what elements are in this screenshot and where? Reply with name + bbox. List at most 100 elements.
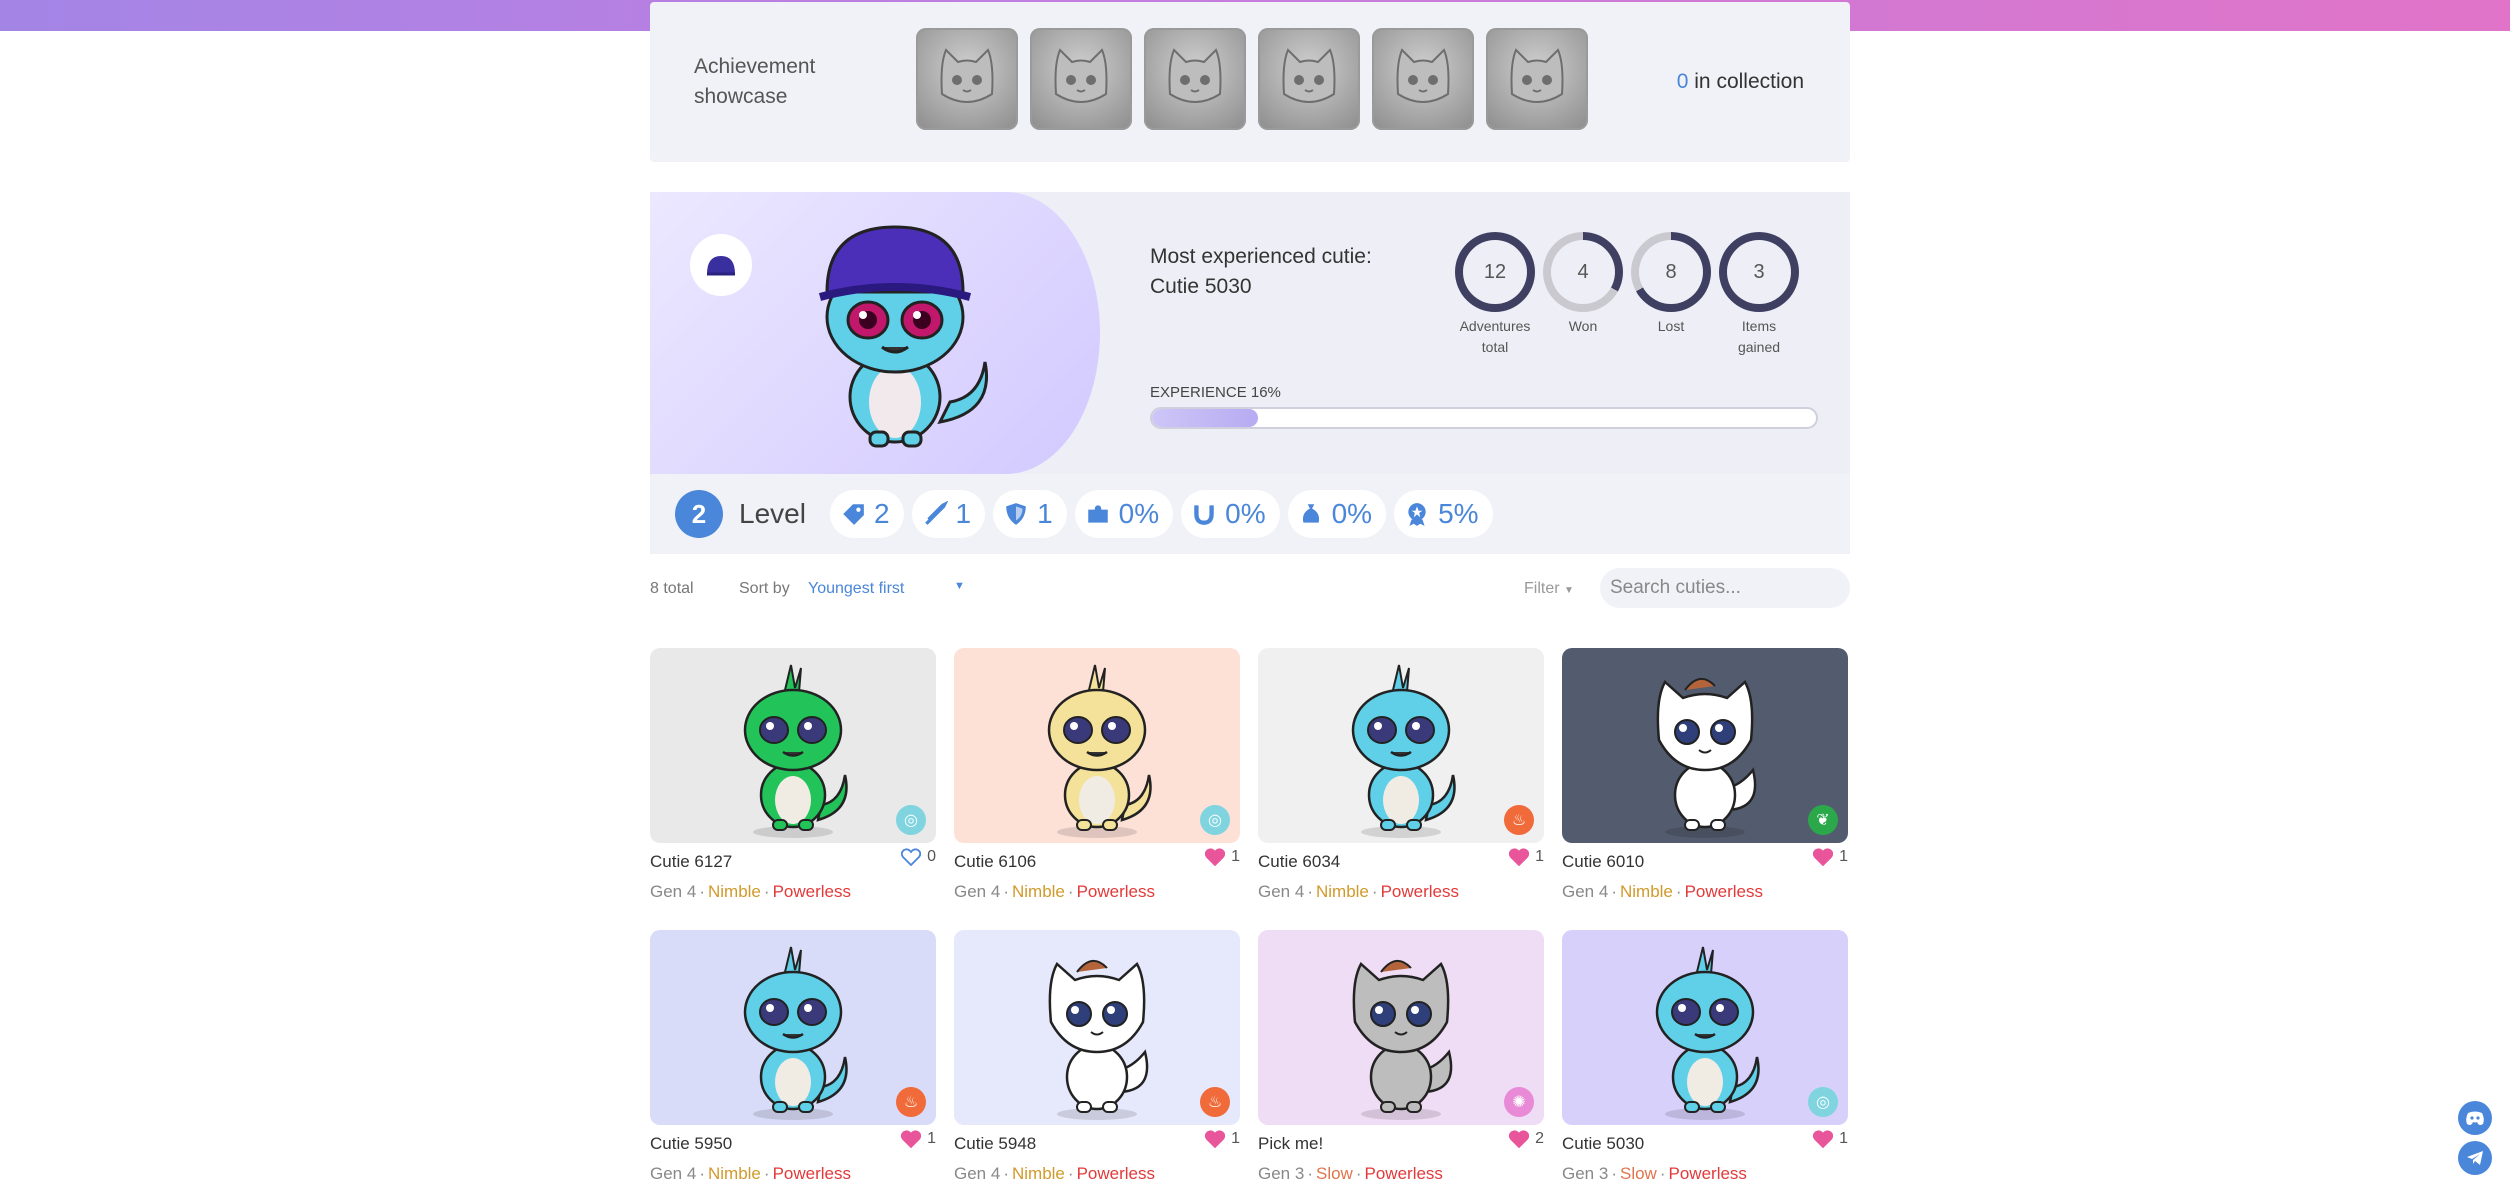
like-button[interactable]: 0 xyxy=(901,848,936,866)
cutie-card[interactable]: ◎ Cutie 6106 1 Gen 4 · Nimble · Powerless xyxy=(954,648,1240,910)
cutie-power: Powerless xyxy=(772,1164,851,1183)
sword-icon xyxy=(924,501,948,525)
telegram-button[interactable] xyxy=(2458,1141,2492,1175)
cutie-name[interactable]: Cutie 5950 xyxy=(650,1134,732,1154)
like-button[interactable]: 1 xyxy=(1813,848,1848,866)
stat-ring-label: Won xyxy=(1568,318,1598,334)
lizard-cutie-icon xyxy=(743,946,848,1120)
achievement-slot[interactable] xyxy=(916,28,1018,130)
stat-pill: 0% xyxy=(1181,490,1280,538)
lizard-cutie-icon xyxy=(1351,664,1456,838)
collection-count-number: 0 xyxy=(1676,70,1689,93)
discord-button[interactable] xyxy=(2458,1101,2492,1135)
experience-bar xyxy=(1150,407,1818,429)
cutie-speed: Nimble xyxy=(1011,1164,1065,1183)
cat-silhouette-icon xyxy=(1168,48,1222,103)
most-experienced-name[interactable]: Cutie 5030 xyxy=(1150,272,1372,302)
cutie-card-image[interactable]: ♨ xyxy=(1258,648,1544,843)
sort-select[interactable]: Youngest first xyxy=(808,580,904,598)
stat-ring-value: 3 xyxy=(1727,240,1791,304)
cutie-card-image[interactable]: ✺ xyxy=(1258,930,1544,1125)
level-number: 2 xyxy=(675,490,723,538)
nature-element-icon: ❦ xyxy=(1808,805,1838,835)
cutie-power: Powerless xyxy=(772,882,851,901)
experience-label: EXPERIENCE 16% xyxy=(1150,384,1281,401)
stat-ring-value: 8 xyxy=(1639,240,1703,304)
medal-icon xyxy=(1408,503,1426,526)
cutie-card-image[interactable]: ◎ xyxy=(650,648,936,843)
stat-pill-value: 1 xyxy=(1037,498,1053,529)
cutie-card-image[interactable]: ◎ xyxy=(954,648,1240,843)
cutie-speed: Slow xyxy=(1619,1164,1657,1183)
fire-element-icon: ♨ xyxy=(1200,1087,1230,1117)
cutie-name[interactable]: Cutie 6127 xyxy=(650,852,732,872)
most-experienced-title: Most experienced cutie: Cutie 5030 xyxy=(1150,242,1372,302)
stat-pill-value: 5% xyxy=(1438,498,1479,529)
cutie-name[interactable]: Cutie 5948 xyxy=(954,1134,1036,1154)
tag-icon xyxy=(843,504,864,525)
cutie-name[interactable]: Cutie 5030 xyxy=(1562,1134,1644,1154)
stat-ring-label: Adventures xyxy=(1459,318,1531,334)
achievement-slot[interactable] xyxy=(1144,28,1246,130)
heart-icon xyxy=(1205,1130,1226,1148)
stat-ring-gauge: 8 xyxy=(1631,232,1711,312)
cutie-card[interactable]: ♨ Cutie 6034 1 Gen 4 · Nimble · Powerless xyxy=(1258,648,1544,910)
stat-ring: 4 Won xyxy=(1543,232,1623,358)
like-button[interactable]: 1 xyxy=(1205,1130,1240,1148)
cutie-name[interactable]: Cutie 6010 xyxy=(1562,852,1644,872)
cutie-meta: Gen 3 · Slow · Powerless xyxy=(1562,1164,1747,1183)
cutie-card-image[interactable]: ❦ xyxy=(1562,648,1848,843)
stat-ring: 8 Lost xyxy=(1631,232,1711,358)
adventure-stats: 12 Adventures total 4 Won 8 Lost 3 Items … xyxy=(1455,232,1799,358)
cutie-name[interactable]: Cutie 6106 xyxy=(954,852,1036,872)
heart-icon xyxy=(1205,848,1226,866)
cap-icon xyxy=(707,256,735,276)
cutie-power: Powerless xyxy=(1684,882,1763,901)
like-button[interactable]: 1 xyxy=(1205,848,1240,866)
cutie-meta: Gen 4 · Nimble · Powerless xyxy=(954,882,1155,901)
cutie-speed: Nimble xyxy=(1619,882,1673,901)
stat-pill: 2 xyxy=(829,490,904,538)
achievement-slot[interactable] xyxy=(1258,28,1360,130)
stat-pill-value: 0% xyxy=(1225,498,1266,529)
filter-dropdown[interactable]: Filter ▼ xyxy=(1524,580,1574,598)
heart-icon xyxy=(1509,848,1530,866)
achievement-slot[interactable] xyxy=(1486,28,1588,130)
cutie-card[interactable]: ♨ Cutie 5948 1 Gen 4 · Nimble · Powerless xyxy=(954,930,1240,1192)
stat-pill-value: 0% xyxy=(1331,498,1373,529)
cutie-card[interactable]: ❦ Cutie 6010 1 Gen 4 · Nimble · Powerless xyxy=(1562,648,1848,910)
cutie-card[interactable]: ◎ Cutie 5030 1 Gen 3 · Slow · Powerless xyxy=(1562,930,1848,1192)
cutie-meta: Gen 4 · Nimble · Powerless xyxy=(650,1164,851,1183)
cutie-speed: Nimble xyxy=(1011,882,1065,901)
chevron-down-icon[interactable]: ▼ xyxy=(954,580,965,592)
cutie-speed: Nimble xyxy=(707,882,761,901)
achievement-slot[interactable] xyxy=(1372,28,1474,130)
cat-silhouette-icon xyxy=(1510,48,1564,103)
cutie-name[interactable]: Pick me! xyxy=(1258,1134,1323,1154)
like-button[interactable]: 1 xyxy=(901,1130,936,1148)
cutie-card[interactable]: ♨ Cutie 5950 1 Gen 4 · Nimble · Powerless xyxy=(650,930,936,1192)
cutie-card-image[interactable]: ◎ xyxy=(1562,930,1848,1125)
like-count: 1 xyxy=(1231,848,1240,865)
cutie-power: Powerless xyxy=(1668,1164,1747,1183)
stat-ring-value: 4 xyxy=(1551,240,1615,304)
cutie-name[interactable]: Cutie 6034 xyxy=(1258,852,1340,872)
achievement-slot[interactable] xyxy=(1030,28,1132,130)
stat-ring-gauge: 3 xyxy=(1719,232,1799,312)
stat-pill: 0% xyxy=(1074,490,1174,538)
like-button[interactable]: 1 xyxy=(1509,848,1544,866)
stat-pill: 5% xyxy=(1394,490,1493,538)
search-input[interactable] xyxy=(1600,568,1850,608)
like-button[interactable]: 2 xyxy=(1509,1130,1544,1148)
cutie-meta: Gen 4 · Nimble · Powerless xyxy=(954,1164,1155,1183)
level-label: Level xyxy=(739,498,806,529)
like-button[interactable]: 1 xyxy=(1813,1130,1848,1148)
stat-pill: 1 xyxy=(993,490,1067,538)
like-count: 0 xyxy=(927,848,936,865)
hat-item-button[interactable] xyxy=(690,234,752,296)
cutie-card-image[interactable]: ♨ xyxy=(650,930,936,1125)
stat-pill-value: 1 xyxy=(955,498,972,529)
cutie-card[interactable]: ✺ Pick me! 2 Gen 3 · Slow · Powerless xyxy=(1258,930,1544,1192)
cutie-card[interactable]: ◎ Cutie 6127 0 Gen 4 · Nimble · Powerless xyxy=(650,648,936,910)
cutie-card-image[interactable]: ♨ xyxy=(954,930,1240,1125)
